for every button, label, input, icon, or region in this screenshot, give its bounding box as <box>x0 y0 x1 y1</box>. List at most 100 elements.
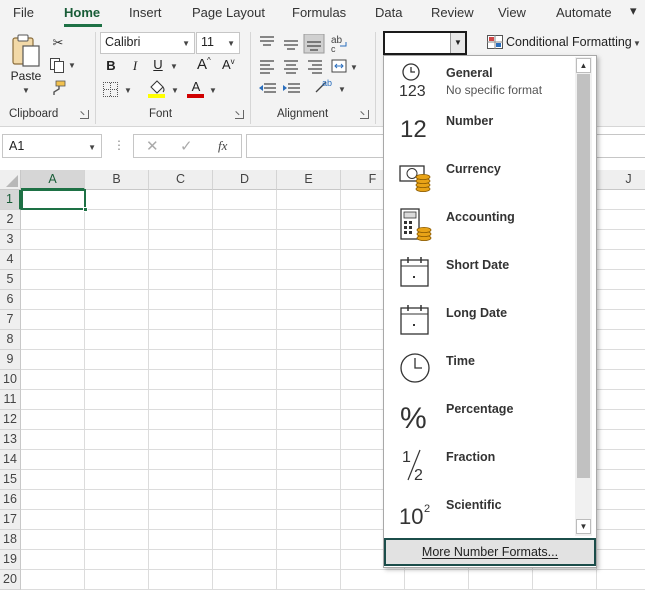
cancel-entry-icon[interactable]: ✕ <box>146 137 159 155</box>
row-header-5[interactable]: 5 <box>0 270 21 290</box>
row-header-19[interactable]: 19 <box>0 550 21 570</box>
row-header-2[interactable]: 2 <box>0 210 21 230</box>
row-header-8[interactable]: 8 <box>0 330 21 350</box>
tab-automate[interactable]: Automate <box>556 5 612 20</box>
confirm-entry-icon[interactable]: ✓ <box>180 137 193 155</box>
row-header-16[interactable]: 16 <box>0 490 21 510</box>
tab-page-layout[interactable]: Page Layout <box>192 5 265 20</box>
tab-formulas[interactable]: Formulas <box>292 5 346 20</box>
cut-scissors-icon[interactable]: ✂ <box>50 36 66 50</box>
row-header-15[interactable]: 15 <box>0 470 21 490</box>
conditional-formatting-button[interactable]: Conditional Formatting <box>506 35 632 49</box>
row-header-4[interactable]: 4 <box>0 250 21 270</box>
scroll-down-icon[interactable]: ▼ <box>576 519 591 534</box>
insert-function-icon[interactable]: fx <box>218 138 227 154</box>
number-format-item-general[interactable]: 123 General No specific format <box>384 58 574 106</box>
font-name-select[interactable]: Calibri ▼ <box>100 32 195 54</box>
alignment-dialog-launcher-icon[interactable] <box>360 110 369 119</box>
underline-dropdown-chevron-icon[interactable]: ▼ <box>170 62 178 71</box>
copy-icon[interactable] <box>50 58 64 73</box>
tab-file[interactable]: File <box>13 5 34 20</box>
number-format-item-accounting[interactable]: Accounting <box>384 202 574 250</box>
number-format-item-title: Percentage <box>446 402 514 416</box>
decrease-font-size-button[interactable]: Av <box>222 57 235 72</box>
number-format-item-title: Long Date <box>446 306 508 320</box>
fill-color-icon[interactable] <box>148 80 166 98</box>
paste-button[interactable]: Paste <box>10 69 42 83</box>
font-color-dropdown-chevron-icon[interactable]: ▼ <box>209 86 217 95</box>
font-dialog-launcher-icon[interactable] <box>235 110 244 119</box>
conditional-formatting-icon[interactable] <box>487 35 503 49</box>
scroll-up-icon[interactable]: ▲ <box>576 58 591 73</box>
tab-home[interactable]: Home <box>64 5 100 20</box>
font-size-chevron-icon: ▼ <box>227 39 235 48</box>
column-header-b[interactable]: B <box>85 170 149 190</box>
copy-dropdown-chevron-icon[interactable]: ▼ <box>68 61 76 70</box>
underline-button[interactable]: U <box>151 57 165 72</box>
clipboard-dialog-launcher-icon[interactable] <box>80 110 89 119</box>
row-header-17[interactable]: 17 <box>0 510 21 530</box>
number-format-item-long-date[interactable]: Long Date <box>384 298 574 346</box>
number-format-combobox[interactable]: ▼ <box>383 31 467 55</box>
row-header-3[interactable]: 3 <box>0 230 21 250</box>
column-header-a[interactable]: A <box>21 170 85 190</box>
scrollbar-thumb[interactable] <box>577 74 590 478</box>
column-header-c[interactable]: C <box>149 170 213 190</box>
number-format-item-time[interactable]: Time <box>384 346 574 394</box>
number-format-item-percentage[interactable]: % Percentage <box>384 394 574 442</box>
number-format-item-short-date[interactable]: Short Date <box>384 250 574 298</box>
row-header-1[interactable]: 1 <box>0 190 21 210</box>
active-cell-a1[interactable] <box>21 189 88 212</box>
bold-button[interactable]: B <box>104 58 118 73</box>
tab-review[interactable]: Review <box>431 5 474 20</box>
borders-icon[interactable] <box>103 82 118 97</box>
number-format-chevron-icon[interactable]: ▼ <box>450 33 465 53</box>
increase-font-size-button[interactable]: A^ <box>197 56 211 73</box>
column-header-e[interactable]: E <box>277 170 341 190</box>
row-header-13[interactable]: 13 <box>0 430 21 450</box>
fill-handle[interactable] <box>83 207 88 212</box>
number-format-item-title: Fraction <box>446 450 496 464</box>
row-header-9[interactable]: 9 <box>0 350 21 370</box>
svg-text:1: 1 <box>402 449 411 466</box>
number-format-item-number[interactable]: 12 Number <box>384 106 574 154</box>
column-header-d[interactable]: D <box>213 170 277 190</box>
number-format-item-currency[interactable]: Currency <box>384 154 574 202</box>
number-format-item-fraction[interactable]: 1 2 Fraction <box>384 442 574 490</box>
borders-dropdown-chevron-icon[interactable]: ▼ <box>124 86 132 95</box>
more-number-formats-button[interactable]: More Number Formats... <box>384 538 596 566</box>
tab-data[interactable]: Data <box>375 5 402 20</box>
short-date-calendar-icon <box>398 254 434 290</box>
row-header-18[interactable]: 18 <box>0 530 21 550</box>
row-header-7[interactable]: 7 <box>0 310 21 330</box>
row-header-12[interactable]: 12 <box>0 410 21 430</box>
paste-dropdown-chevron-icon[interactable]: ▼ <box>22 86 30 95</box>
font-size-select[interactable]: 11 ▼ <box>196 32 240 54</box>
tab-view[interactable]: View <box>498 5 526 20</box>
number-format-item-title: Currency <box>446 162 501 176</box>
name-box-chevron-icon: ▼ <box>88 143 96 152</box>
row-header-10[interactable]: 10 <box>0 370 21 390</box>
svg-text:2: 2 <box>424 503 430 515</box>
tab-insert[interactable]: Insert <box>129 5 162 20</box>
italic-button[interactable]: I <box>128 58 142 74</box>
svg-text:12: 12 <box>400 116 427 143</box>
row-header-6[interactable]: 6 <box>0 290 21 310</box>
row-header-14[interactable]: 14 <box>0 450 21 470</box>
number-format-item-scientific[interactable]: 10 2 Scientific <box>384 490 574 538</box>
long-date-calendar-icon <box>398 302 434 338</box>
name-box-value: A1 <box>9 139 25 153</box>
column-header-j[interactable]: J <box>597 170 645 190</box>
name-box[interactable]: A1 ▼ <box>2 134 102 158</box>
row-header-11[interactable]: 11 <box>0 390 21 410</box>
ribbon-overflow-icon[interactable]: ▾ <box>630 3 637 19</box>
conditional-formatting-chevron-icon[interactable]: ▼ <box>633 39 641 48</box>
name-box-splitter-icon[interactable]: ⋮ <box>113 138 125 152</box>
svg-text:2: 2 <box>414 467 423 482</box>
format-painter-icon[interactable] <box>50 80 66 96</box>
font-color-icon[interactable]: A <box>187 79 205 98</box>
row-header-20[interactable]: 20 <box>0 570 21 590</box>
select-all-corner[interactable] <box>0 170 21 190</box>
fill-color-dropdown-chevron-icon[interactable]: ▼ <box>171 86 179 95</box>
paste-icon[interactable] <box>9 34 45 68</box>
